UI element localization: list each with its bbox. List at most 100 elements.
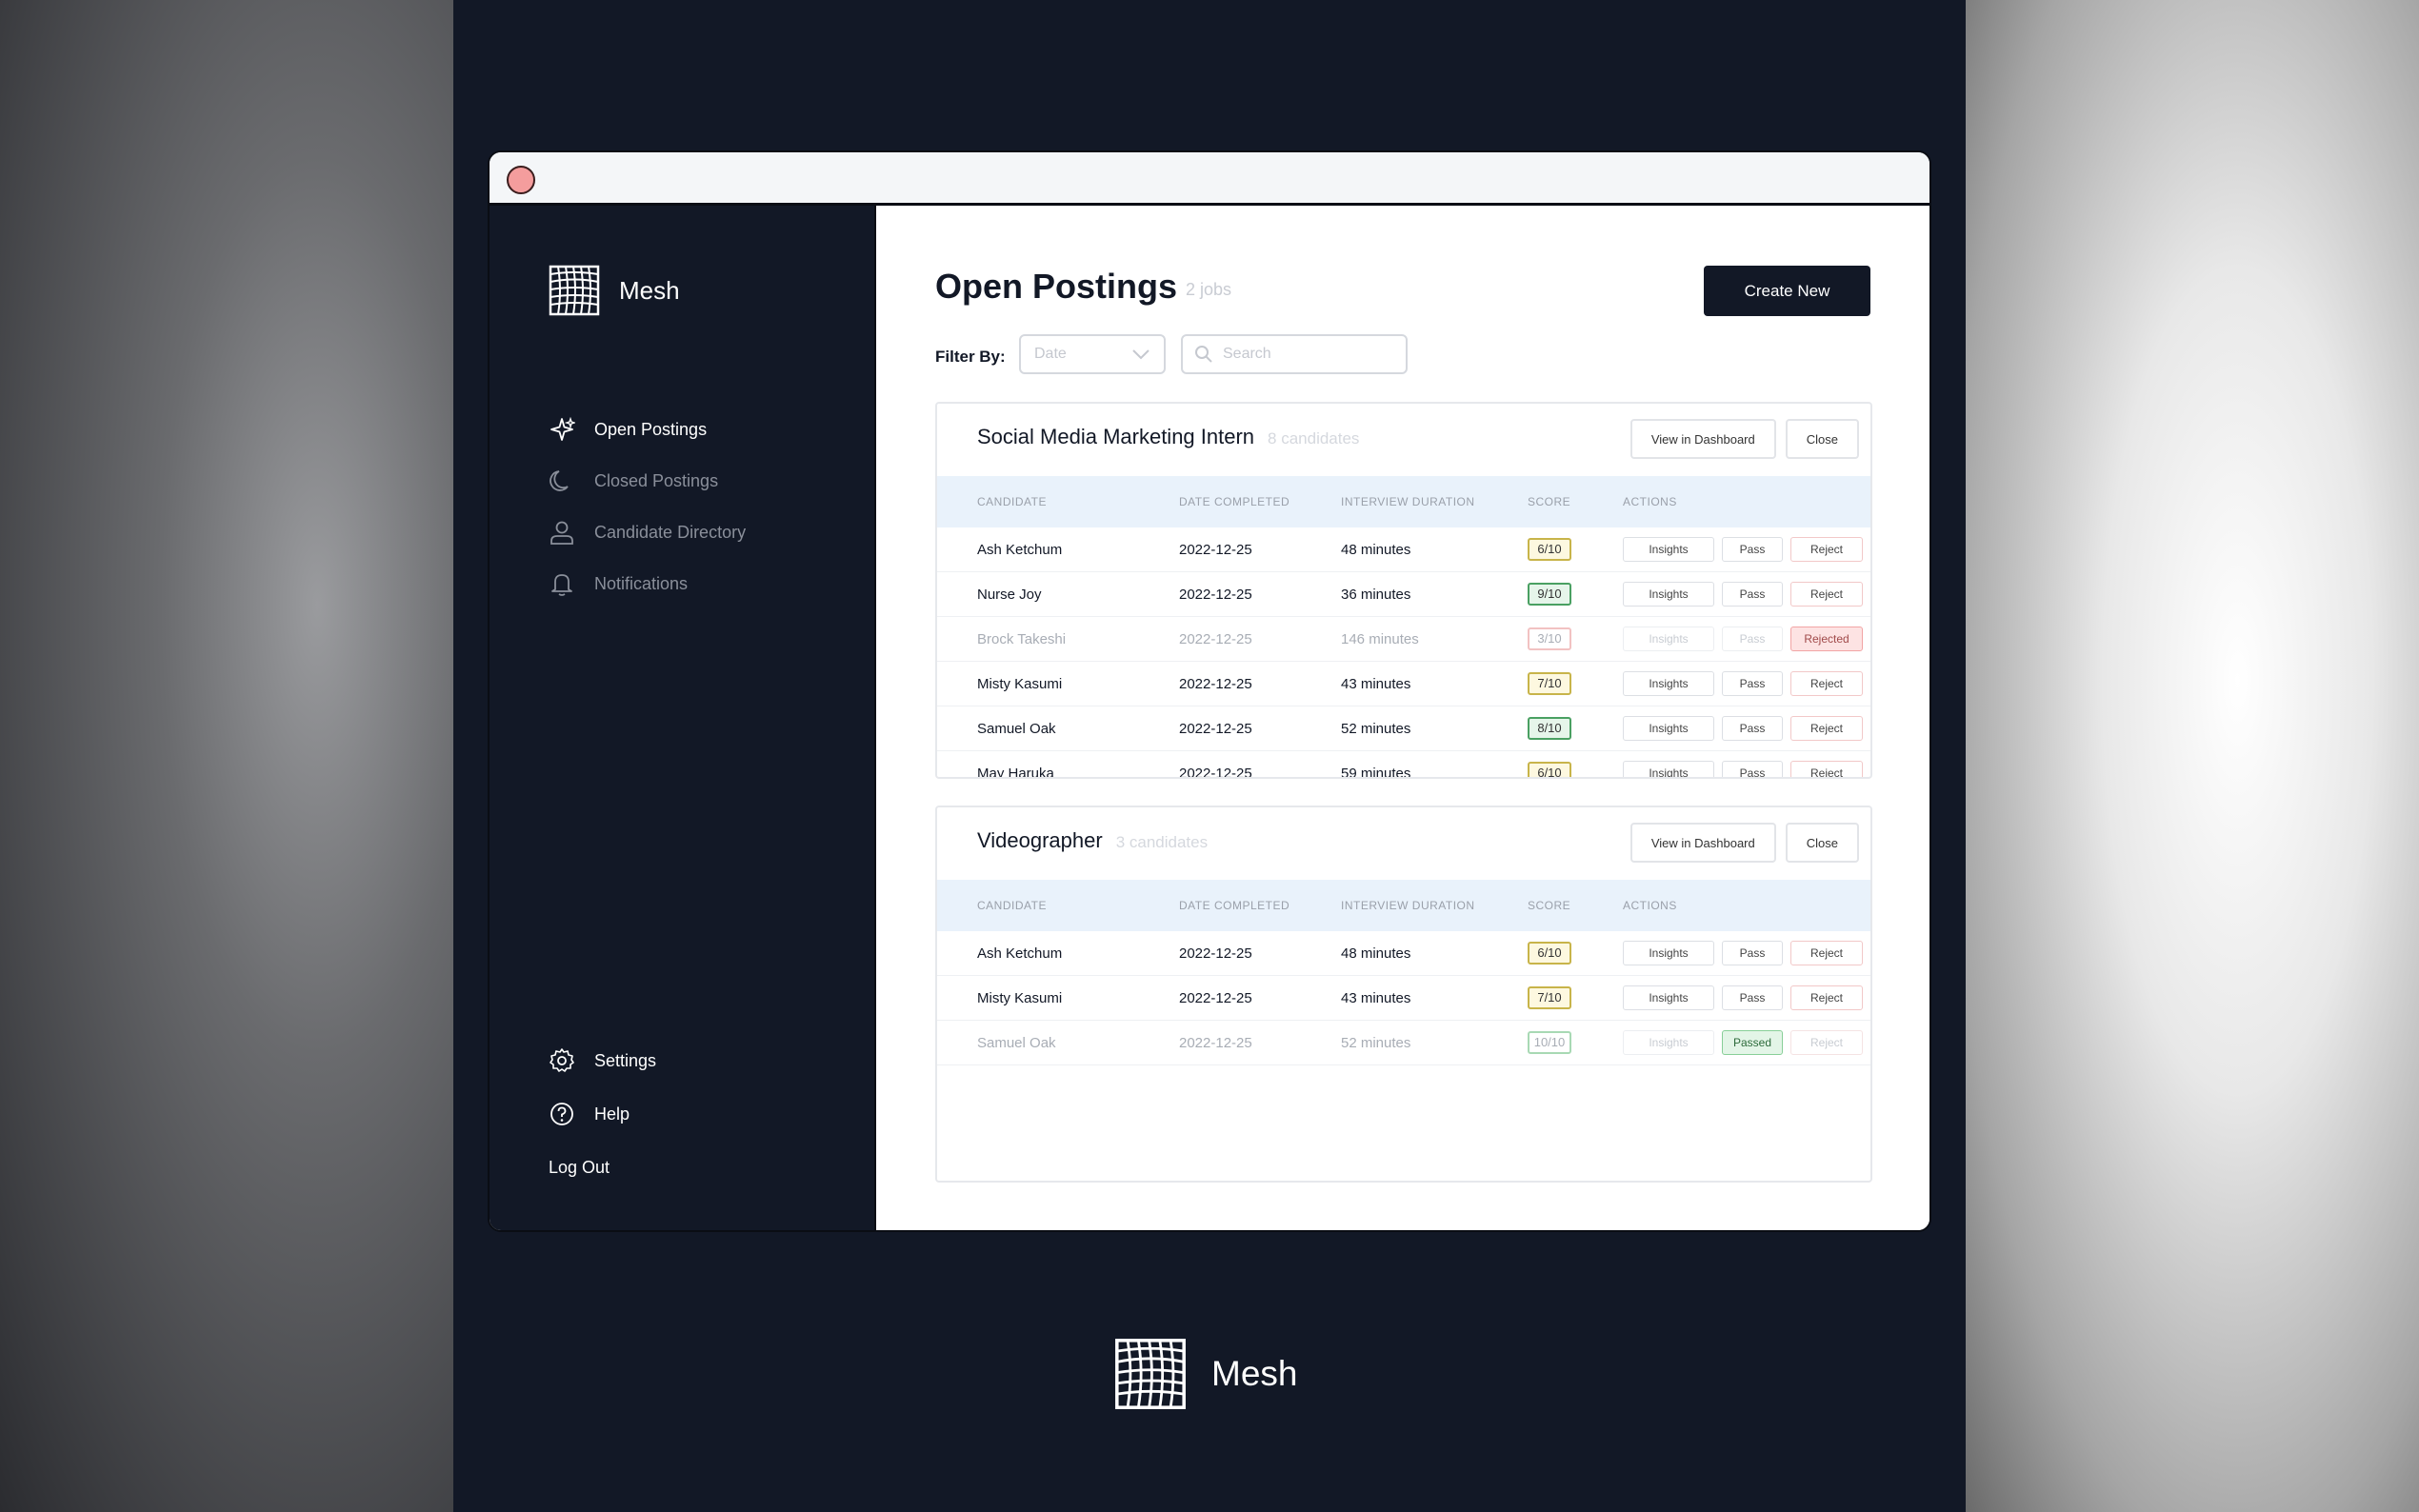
insights-button[interactable]: Insights	[1623, 941, 1714, 965]
rejected-badge[interactable]: Rejected	[1790, 627, 1863, 651]
reject-button[interactable]: Reject	[1790, 716, 1863, 741]
page-title: Open Postings	[935, 267, 1178, 306]
reject-button[interactable]: Reject	[1790, 582, 1863, 607]
sidebar-item-label: Help	[594, 1104, 630, 1124]
posting-title-text: Social Media Marketing Intern	[977, 425, 1255, 448]
score-badge: 7/10	[1528, 672, 1571, 695]
view-in-dashboard-button[interactable]: View in Dashboard	[1629, 419, 1776, 459]
sidebar-item-candidate-directory[interactable]: Candidate Directory	[549, 507, 746, 558]
interview-duration: 52 minutes	[1341, 720, 1411, 737]
pass-button[interactable]: Pass	[1722, 582, 1783, 607]
candidate-name: Ash Ketchum	[977, 541, 1063, 558]
score-badge: 7/10	[1528, 986, 1571, 1009]
close-posting-button[interactable]: Close	[1785, 419, 1859, 459]
posting-title: Videographer 3 candidates	[977, 828, 1208, 853]
col-actions: ACTIONS	[1623, 899, 1677, 912]
date-completed: 2022-12-25	[1179, 630, 1252, 647]
mesh-logo-icon	[1115, 1339, 1186, 1409]
passed-badge[interactable]: Passed	[1722, 1030, 1783, 1055]
insights-button[interactable]: Insights	[1623, 761, 1714, 777]
sidebar: Mesh Open Postings Closed Postings Candi…	[490, 206, 876, 1230]
reject-button[interactable]: Reject	[1790, 761, 1863, 777]
posting-title: Social Media Marketing Intern 8 candidate…	[977, 425, 1359, 449]
sidebar-item-settings[interactable]: Settings	[549, 1034, 656, 1087]
table-row: Ash Ketchum 2022-12-25 48 minutes 6/10 I…	[937, 527, 1870, 572]
pass-button[interactable]: Pass	[1722, 985, 1783, 1010]
insights-button[interactable]: Insights	[1623, 582, 1714, 607]
candidate-name: Nurse Joy	[977, 586, 1042, 603]
insights-button[interactable]: Insights	[1623, 537, 1714, 562]
date-filter-select[interactable]: Date	[1019, 334, 1166, 374]
date-completed: 2022-12-25	[1179, 675, 1252, 692]
col-date: DATE COMPLETED	[1179, 495, 1290, 508]
col-score: SCORE	[1528, 899, 1571, 912]
interview-duration: 146 minutes	[1341, 630, 1419, 647]
candidate-name: Brock Takeshi	[977, 630, 1067, 647]
brand[interactable]: Mesh	[549, 265, 680, 316]
candidate-count: 8 candidates	[1268, 429, 1360, 448]
interview-duration: 48 minutes	[1341, 541, 1411, 558]
pass-button[interactable]: Pass	[1722, 627, 1783, 651]
pass-button[interactable]: Pass	[1722, 941, 1783, 965]
insights-button[interactable]: Insights	[1623, 985, 1714, 1010]
interview-duration: 43 minutes	[1341, 989, 1411, 1006]
candidate-name: Ash Ketchum	[977, 945, 1063, 962]
sidebar-item-help[interactable]: Help	[549, 1087, 656, 1141]
interview-duration: 36 minutes	[1341, 586, 1411, 603]
app-body: Mesh Open Postings Closed Postings Candi…	[490, 206, 1929, 1230]
pass-button[interactable]: Pass	[1722, 671, 1783, 696]
reject-button[interactable]: Reject	[1790, 537, 1863, 562]
table-row: Brock Takeshi 2022-12-25 146 minutes 3/1…	[937, 617, 1870, 662]
bell-icon	[551, 574, 572, 596]
pass-button[interactable]: Pass	[1722, 716, 1783, 741]
sidebar-item-label: Notifications	[594, 573, 689, 593]
close-posting-button[interactable]: Close	[1785, 823, 1859, 863]
insights-button[interactable]: Insights	[1623, 671, 1714, 696]
posting-header: Social Media Marketing Intern 8 candidate…	[937, 404, 1870, 476]
insights-button[interactable]: Insights	[1623, 1030, 1714, 1055]
score-badge: 6/10	[1528, 942, 1571, 965]
insights-button[interactable]: Insights	[1623, 716, 1714, 741]
score-badge: 10/10	[1528, 1031, 1571, 1054]
sidebar-item-label: Settings	[594, 1050, 657, 1070]
candidate-count: 3 candidates	[1115, 833, 1209, 851]
reject-button[interactable]: Reject	[1790, 941, 1863, 965]
table-row: Ash Ketchum 2022-12-25 48 minutes 6/10 I…	[937, 931, 1870, 976]
col-duration: INTERVIEW DURATION	[1341, 495, 1475, 508]
reject-button[interactable]: Reject	[1790, 985, 1863, 1010]
pass-button[interactable]: Pass	[1722, 537, 1783, 562]
search-icon	[1195, 346, 1212, 363]
table-header: CANDIDATE DATE COMPLETED INTERVIEW DURAT…	[937, 476, 1870, 527]
close-window-button[interactable]	[507, 166, 535, 194]
pass-button[interactable]: Pass	[1722, 761, 1783, 777]
titlebar	[490, 152, 1929, 206]
sidebar-item-logout[interactable]: Log Out	[549, 1141, 656, 1194]
date-completed: 2022-12-25	[1179, 765, 1252, 779]
footer-brand: Mesh	[1114, 1338, 1297, 1410]
view-in-dashboard-button[interactable]: View in Dashboard	[1629, 823, 1776, 863]
sidebar-nav: Open Postings Closed Postings Candidate …	[549, 404, 746, 609]
sidebar-item-notifications[interactable]: Notifications	[549, 558, 746, 609]
sidebar-item-closed-postings[interactable]: Closed Postings	[549, 455, 746, 507]
brand-name: Mesh	[619, 275, 680, 305]
col-score: SCORE	[1528, 495, 1571, 508]
sidebar-item-open-postings[interactable]: Open Postings	[549, 404, 746, 455]
table-row: Nurse Joy 2022-12-25 36 minutes 9/10 Ins…	[937, 572, 1870, 617]
reject-button[interactable]: Reject	[1790, 1030, 1863, 1055]
search-input[interactable]	[1223, 346, 1394, 363]
sidebar-item-label: Log Out	[549, 1157, 610, 1177]
footer-brand-name: Mesh	[1211, 1354, 1298, 1393]
date-filter-value: Date	[1034, 346, 1067, 362]
insights-button[interactable]: Insights	[1623, 627, 1714, 651]
col-date: DATE COMPLETED	[1179, 899, 1290, 912]
candidate-name: Samuel Oak	[977, 1034, 1056, 1051]
search-box[interactable]	[1181, 334, 1408, 374]
sidebar-item-label: Open Postings	[594, 419, 708, 439]
interview-duration: 59 minutes	[1341, 765, 1411, 779]
candidate-name: May Haruka	[977, 765, 1054, 779]
col-actions: ACTIONS	[1623, 495, 1677, 508]
create-new-button[interactable]: Create New	[1704, 266, 1870, 316]
reject-button[interactable]: Reject	[1790, 671, 1863, 696]
interview-duration: 52 minutes	[1341, 1034, 1411, 1051]
main-content: Open Postings 2 jobs Create New Filter B…	[876, 206, 1929, 1230]
